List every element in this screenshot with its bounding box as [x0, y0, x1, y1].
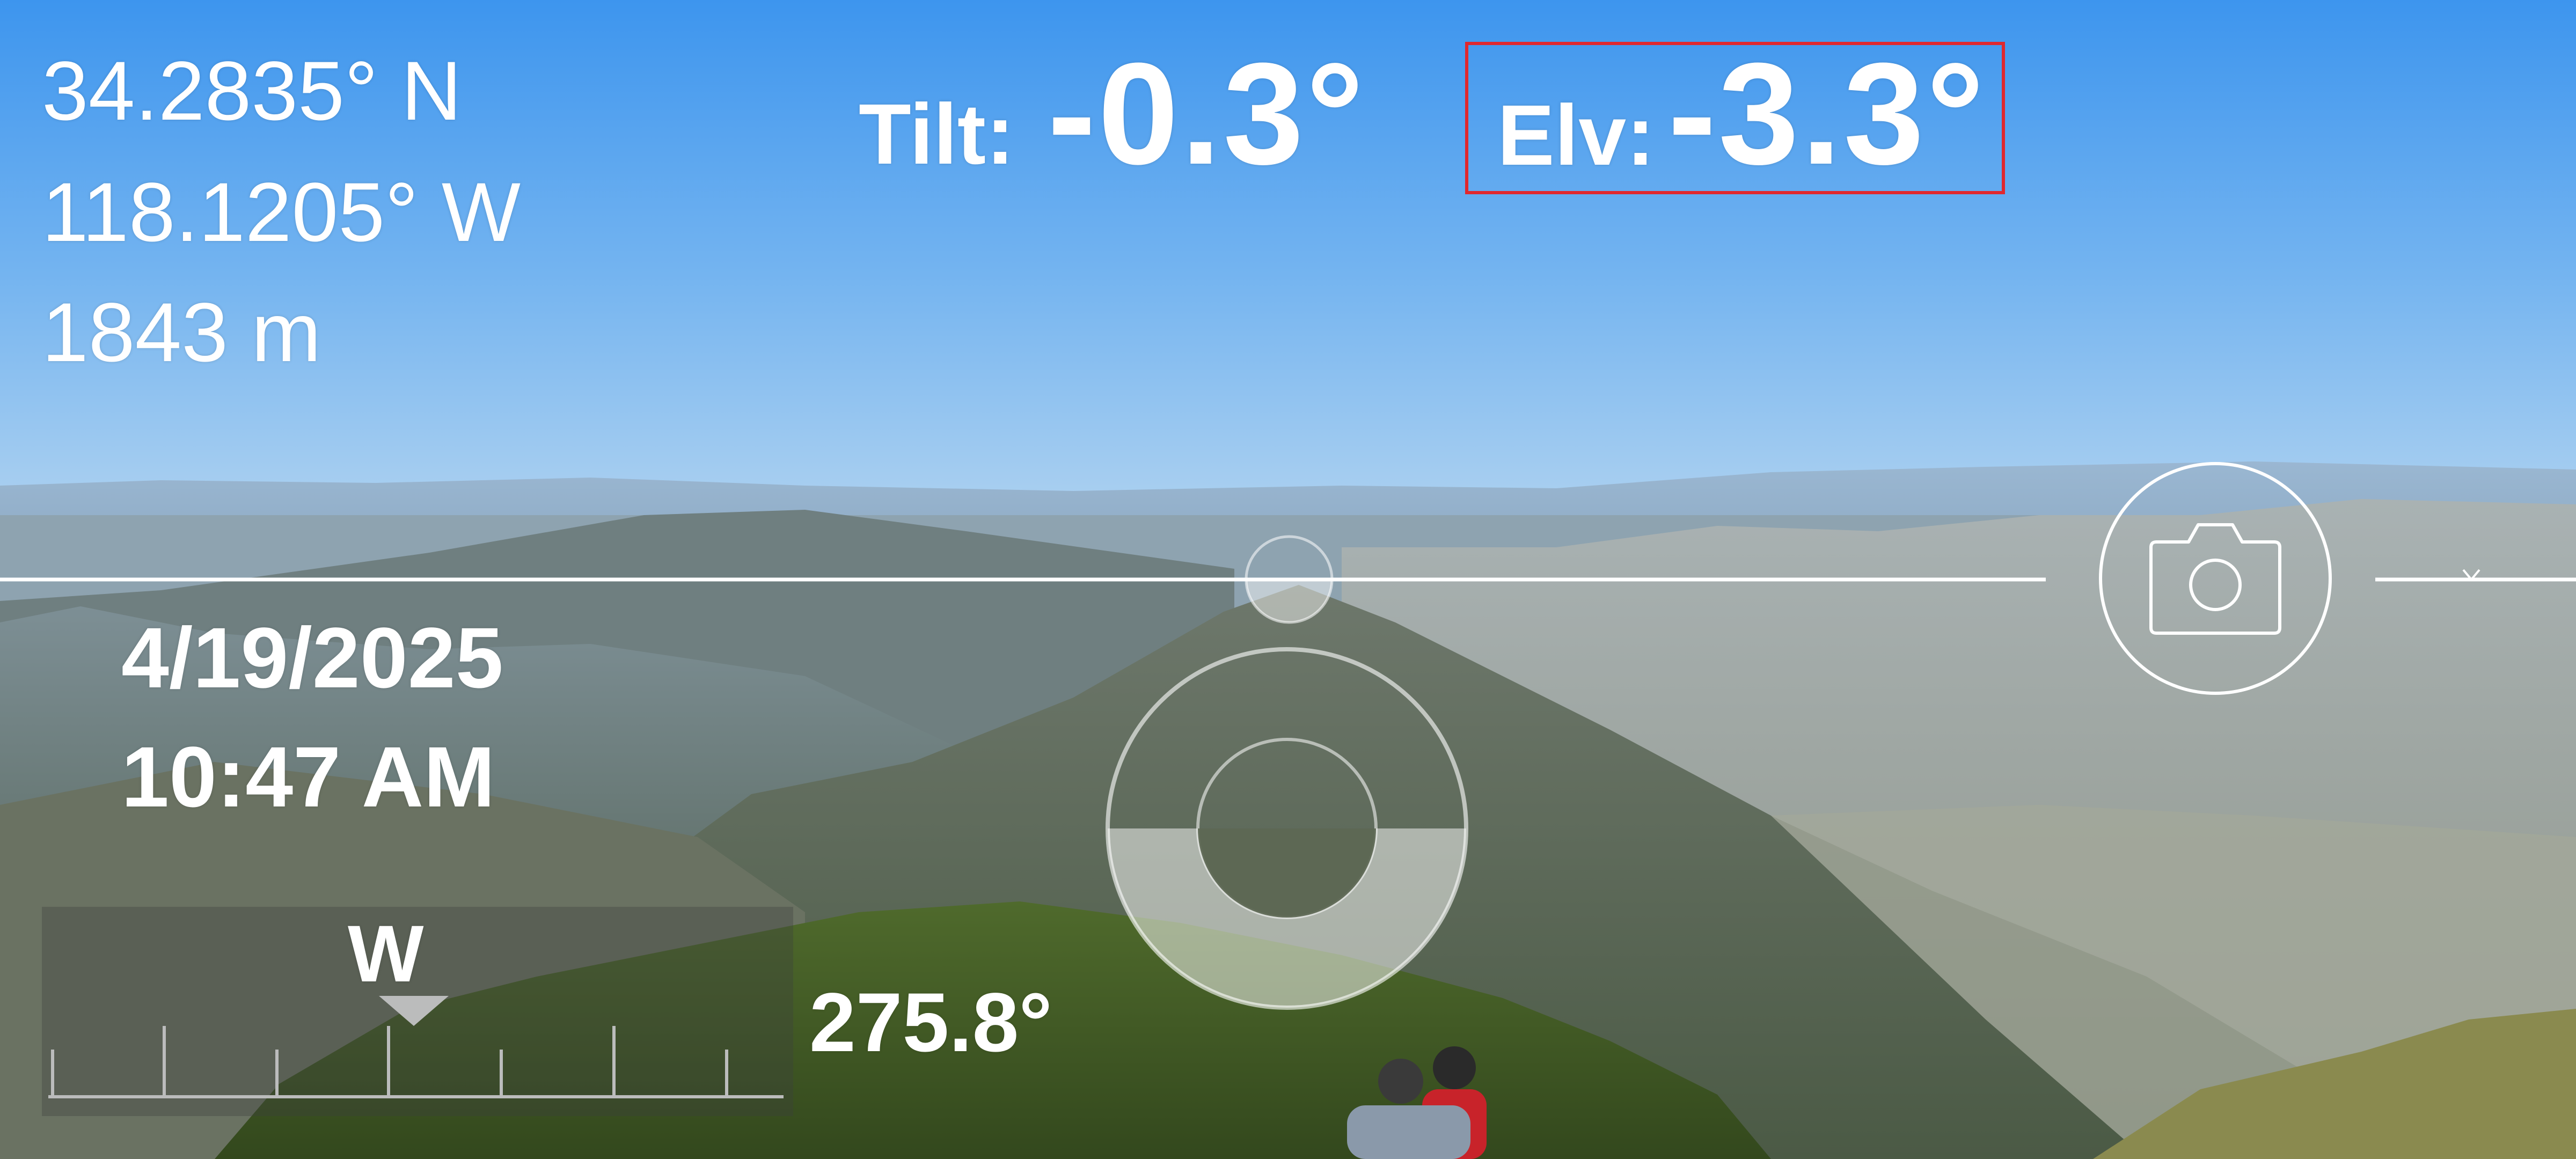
camera-icon: [2099, 462, 2332, 695]
time-readout: 10:47 AM: [121, 729, 495, 825]
camera-viewfinder: 34.2835° N 118.1205° W 1843 m Tilt: -0.3…: [0, 0, 2576, 1159]
horizon-bubble-icon: [1245, 535, 1334, 624]
elevation-label: Elv:: [1497, 87, 1655, 183]
longitude-readout: 118.1205° W: [42, 166, 521, 259]
heading-readout: 275.8°: [809, 976, 1052, 1069]
tilt-value: -0.3°: [1048, 33, 1366, 195]
tilt-label: Tilt:: [859, 86, 1015, 182]
camera-capture-button[interactable]: [2098, 461, 2332, 695]
elevation-value: -3.3°: [1668, 33, 1987, 195]
latitude-readout: 34.2835° N: [42, 45, 462, 138]
altitude-readout: 1843 m: [42, 286, 321, 379]
date-readout: 4/19/2025: [121, 610, 503, 706]
compass-direction-letter: W: [348, 908, 424, 999]
bubble-level-icon: [1106, 647, 1468, 1010]
